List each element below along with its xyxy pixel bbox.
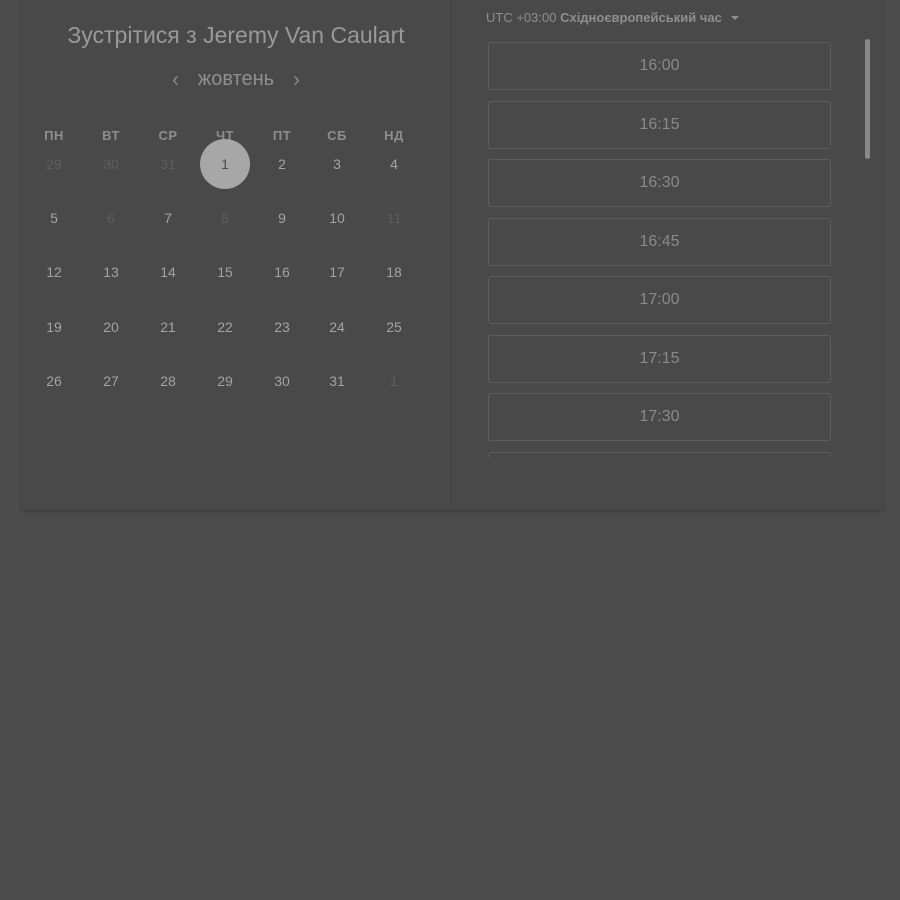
day-cell[interactable]: 9 <box>257 193 307 243</box>
time-slot-button[interactable] <box>488 451 831 457</box>
time-slots-pane: UTC +03:00 Східноєвропейський час 16:00 1… <box>451 0 883 510</box>
time-slot-button[interactable]: 17:15 <box>488 334 831 383</box>
day-cell[interactable]: 31 <box>312 356 362 406</box>
day-cell[interactable]: 26 <box>29 356 79 406</box>
day-cell[interactable]: 12 <box>29 247 79 297</box>
day-cell[interactable]: 27 <box>86 356 136 406</box>
day-cell[interactable]: 3 <box>312 139 362 189</box>
day-cell-unavailable: 31 <box>160 156 176 172</box>
title-prefix: Зустрітися з <box>67 22 197 48</box>
booking-card: Зустрітися з Jeremy Van Caulart ‹ жовтен… <box>22 0 883 510</box>
day-cell[interactable]: 28 <box>143 356 193 406</box>
time-slot-button[interactable]: 17:00 <box>488 276 831 324</box>
day-cell[interactable]: 10 <box>312 193 362 243</box>
day-cell[interactable]: 2 <box>257 139 307 189</box>
day-cell-unavailable: 30 <box>103 156 119 172</box>
scrollbar-thumb[interactable] <box>865 39 870 159</box>
month-navigation: ‹ жовтень › <box>22 68 450 94</box>
day-cell[interactable]: 7 <box>143 193 193 243</box>
day-cell-unavailable: 29 <box>46 156 62 172</box>
time-slot-button[interactable]: 16:30 <box>488 159 831 207</box>
day-cell[interactable]: 14 <box>143 247 193 297</box>
day-cell[interactable]: 22 <box>200 302 250 352</box>
time-slot-list[interactable]: 16:00 16:15 16:30 16:45 17:00 17:15 17:30 <box>488 42 838 457</box>
day-cell[interactable]: 21 <box>143 302 193 352</box>
day-cell[interactable]: 15 <box>200 247 250 297</box>
timezone-name: Східноєвропейський час <box>560 10 722 25</box>
day-cell[interactable]: 19 <box>29 302 79 352</box>
day-cell[interactable]: 16 <box>257 247 307 297</box>
page-title: Зустрітися з Jeremy Van Caulart <box>22 22 450 49</box>
host-name: Jeremy Van Caulart <box>203 22 405 48</box>
timezone-offset: UTC +03:00 <box>486 10 557 25</box>
chevron-right-icon[interactable]: › <box>289 70 305 90</box>
day-cell[interactable]: 5 <box>29 193 79 243</box>
caret-down-icon <box>731 15 740 20</box>
time-slot-button[interactable]: 16:45 <box>488 217 831 266</box>
day-cell[interactable]: 13 <box>86 247 136 297</box>
calendar-pane: Зустрітися з Jeremy Van Caulart ‹ жовтен… <box>22 0 450 510</box>
day-cell[interactable]: 30 <box>257 356 307 406</box>
day-cell-unavailable: 1 <box>390 373 398 389</box>
month-label: жовтень <box>197 68 275 90</box>
time-slot-button[interactable]: 16:00 <box>488 42 831 90</box>
day-cell[interactable]: 24 <box>312 302 362 352</box>
day-cell-unavailable: 6 <box>107 210 115 226</box>
day-cell-unavailable: 11 <box>386 210 402 226</box>
day-cell[interactable]: 17 <box>312 247 362 297</box>
day-cell[interactable]: 4 <box>369 139 419 189</box>
time-slot-button[interactable]: 16:15 <box>488 100 831 149</box>
day-cell-unavailable: 8 <box>221 210 229 226</box>
timezone-selector[interactable]: UTC +03:00 Східноєвропейський час <box>486 10 740 25</box>
day-cell[interactable]: 18 <box>369 247 419 297</box>
day-cell[interactable]: 25 <box>369 302 419 352</box>
day-cell[interactable]: 29 <box>200 356 250 406</box>
day-cell-selected[interactable]: 1 <box>200 139 250 189</box>
time-slot-button[interactable]: 17:30 <box>488 393 831 441</box>
day-cell[interactable]: 23 <box>257 302 307 352</box>
chevron-left-icon[interactable]: ‹ <box>167 70 183 90</box>
day-cell[interactable]: 20 <box>86 302 136 352</box>
